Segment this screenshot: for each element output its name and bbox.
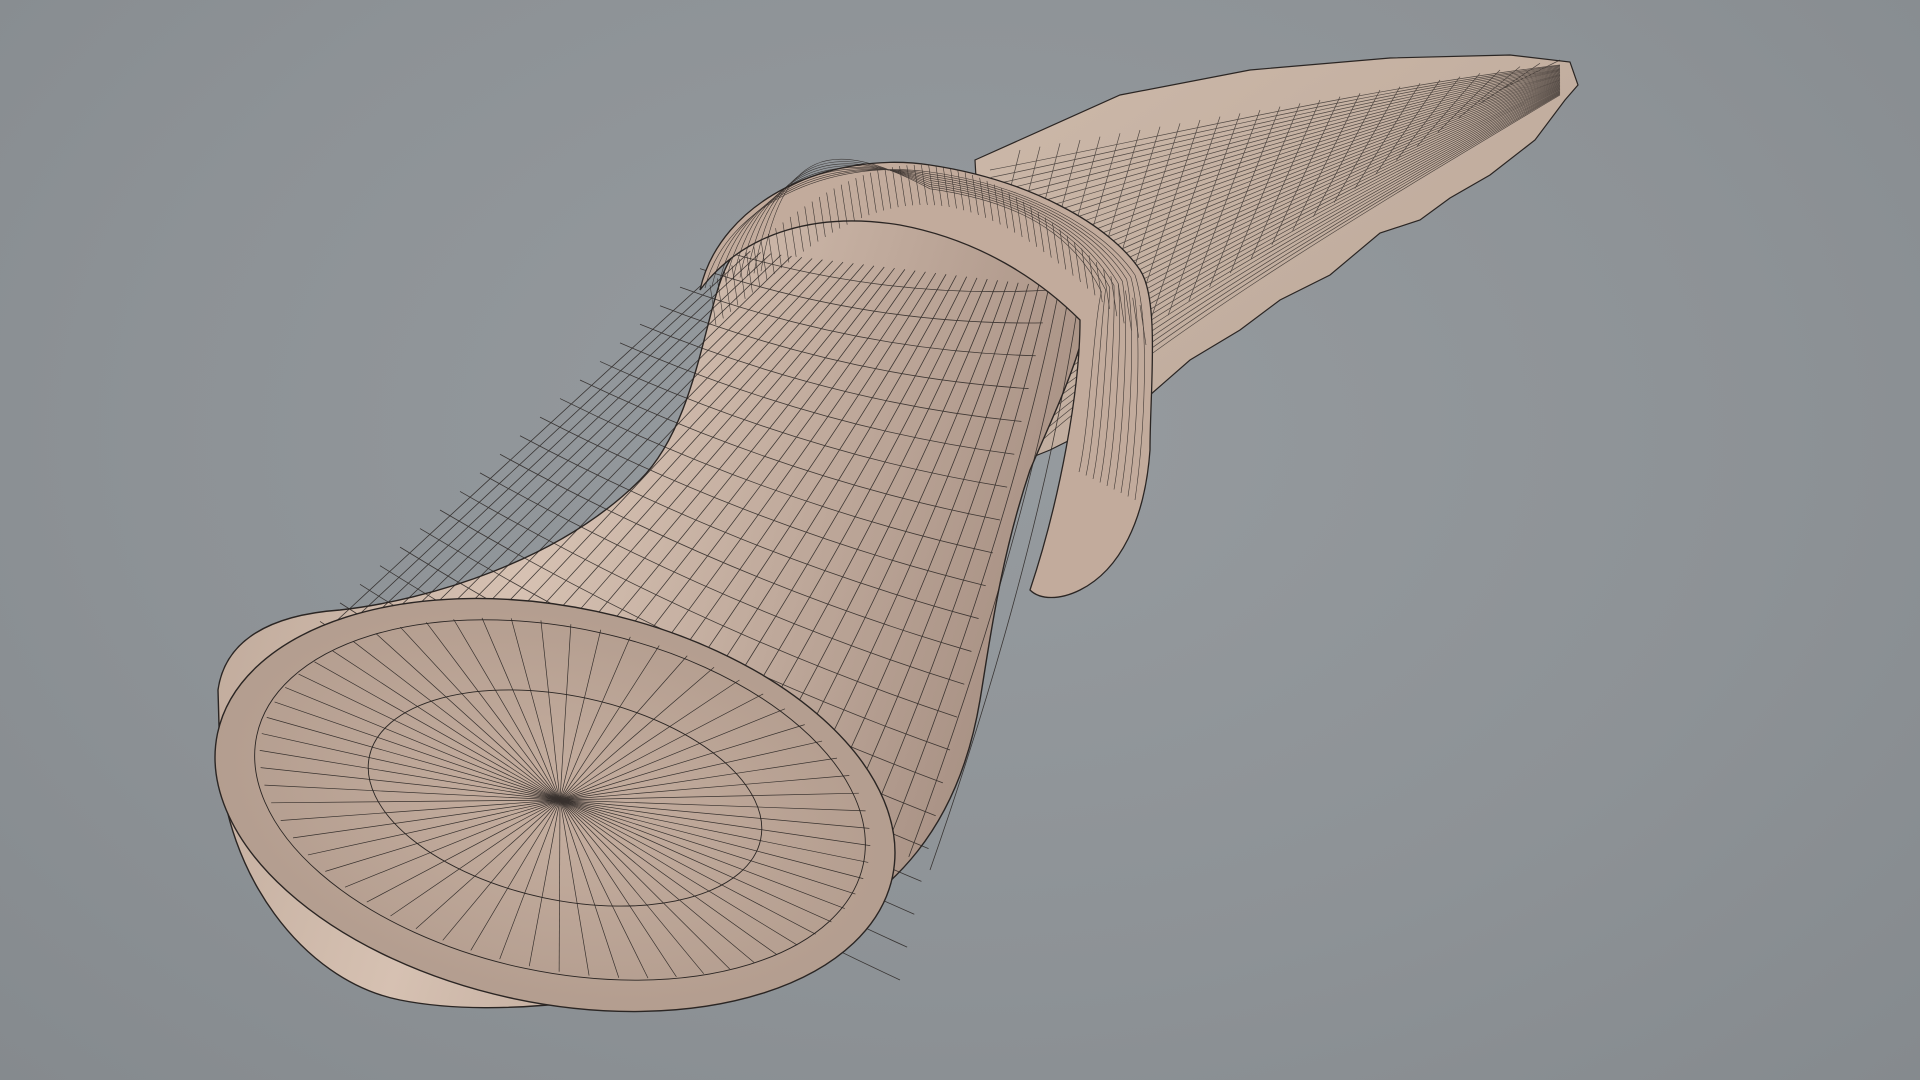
handle-mesh[interactable] [176, 210, 1091, 1071]
3d-viewport[interactable] [0, 0, 1920, 1080]
wireframe-render [176, 54, 1579, 1071]
